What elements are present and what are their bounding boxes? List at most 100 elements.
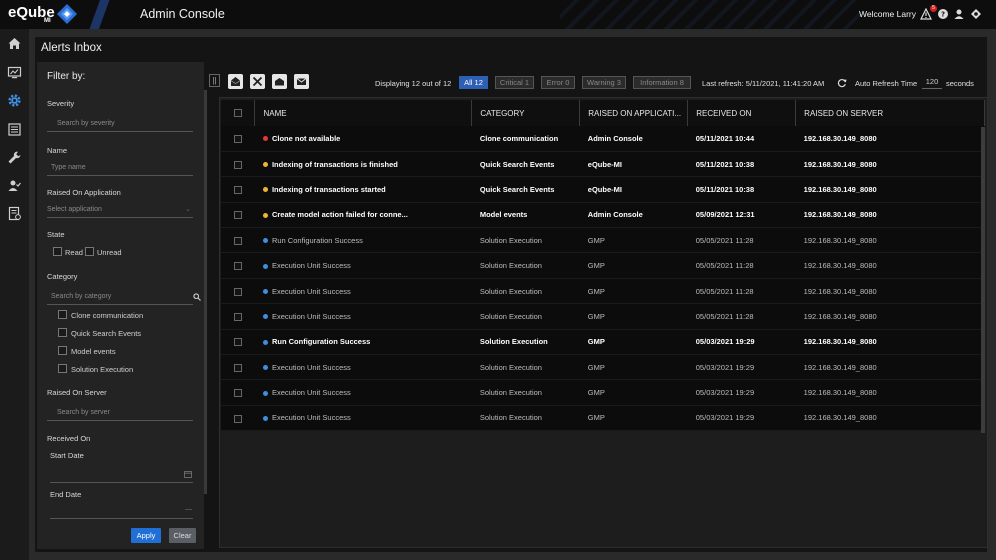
row-checkbox[interactable] <box>234 134 242 143</box>
column-header-category[interactable]: CATEGORY <box>471 100 581 126</box>
row-checkbox-cell[interactable] <box>221 379 255 406</box>
row-checkbox[interactable] <box>234 414 242 423</box>
row-checkbox-cell[interactable] <box>221 278 255 305</box>
cell-name[interactable]: Execution Unit Success <box>254 405 472 432</box>
row-checkbox-cell[interactable] <box>221 126 255 152</box>
row-checkbox-cell[interactable] <box>221 151 255 178</box>
cell-name[interactable]: Indexing of transactions started <box>254 176 472 203</box>
calendar-icon[interactable] <box>184 470 192 478</box>
clear-button[interactable]: Clear <box>169 528 196 543</box>
category-checkbox[interactable] <box>58 364 67 373</box>
cell-name[interactable]: Create model action failed for conne... <box>254 202 472 229</box>
state-unread-checkbox[interactable] <box>85 247 94 256</box>
cell-name[interactable]: Execution Unit Success <box>254 303 472 330</box>
open-envelope-icon[interactable] <box>272 74 287 89</box>
table-scrollbar[interactable] <box>981 127 985 433</box>
cell-name[interactable]: Execution Unit Success <box>254 354 472 381</box>
cell-name[interactable]: Run Configuration Success <box>254 329 472 356</box>
row-checkbox[interactable] <box>234 185 242 194</box>
column-header-name[interactable]: NAME <box>254 100 473 126</box>
row-checkbox[interactable] <box>234 287 242 296</box>
table-row[interactable]: Run Configuration Success Solution Execut… <box>221 329 985 356</box>
row-checkbox[interactable] <box>234 338 242 347</box>
welcome-text: Welcome Larry <box>859 9 916 19</box>
settings-icon[interactable] <box>970 8 982 20</box>
envelope-icon[interactable] <box>294 74 309 89</box>
chip-all[interactable]: All 12 <box>459 76 488 89</box>
severity-search-input[interactable]: Search by severity <box>47 118 193 132</box>
calendar-icon[interactable]: — <box>185 506 192 513</box>
home-icon[interactable] <box>7 36 22 51</box>
auto-refresh-input[interactable]: 120 <box>922 76 942 89</box>
monitor-icon[interactable] <box>7 65 22 80</box>
cell-name[interactable]: Run Configuration Success <box>254 227 472 254</box>
category-checkbox[interactable] <box>58 328 67 337</box>
row-checkbox[interactable] <box>234 389 242 398</box>
row-checkbox[interactable] <box>234 312 242 321</box>
filter-scrollbar[interactable] <box>204 90 207 494</box>
row-checkbox-cell[interactable] <box>221 354 255 381</box>
start-date-input[interactable] <box>50 467 193 483</box>
cell-name[interactable]: Indexing of transactions is finished <box>254 151 472 178</box>
search-icon[interactable] <box>193 293 201 301</box>
cell-name[interactable]: Execution Unit Success <box>254 379 472 406</box>
refresh-icon[interactable] <box>837 78 847 88</box>
user-icon[interactable] <box>953 8 965 20</box>
row-checkbox[interactable] <box>234 363 242 372</box>
wrench-icon[interactable] <box>7 150 22 165</box>
apply-button[interactable]: Apply <box>131 528 161 543</box>
column-header-server[interactable]: RAISED ON SERVER <box>795 100 985 126</box>
server-search-input[interactable]: Search by server <box>47 407 193 421</box>
row-checkbox[interactable] <box>234 262 242 271</box>
row-checkbox[interactable] <box>234 211 242 220</box>
table-row[interactable]: Execution Unit Success Solution Execution… <box>221 303 985 330</box>
application-select[interactable]: Select application ⌄ <box>47 204 193 218</box>
table-row[interactable]: Execution Unit Success Solution Execution… <box>221 379 985 406</box>
category-search-input[interactable]: Search by category <box>47 291 193 305</box>
cell-server: 192.168.30.149_8080 <box>795 303 985 330</box>
cell-name[interactable]: Clone not available <box>254 126 472 152</box>
table-row[interactable]: Execution Unit Success Solution Execution… <box>221 278 985 305</box>
row-checkbox-cell[interactable] <box>221 405 255 432</box>
table-row[interactable]: Clone not available Clone communication Ad… <box>221 126 985 152</box>
row-checkbox[interactable] <box>234 160 242 169</box>
collapse-filter-button[interactable]: || <box>209 74 220 87</box>
select-all-header[interactable] <box>221 100 256 126</box>
table-row[interactable]: Create model action failed for conne... M… <box>221 202 985 229</box>
table-row[interactable]: Execution Unit Success Solution Execution… <box>221 354 985 381</box>
state-read-checkbox[interactable] <box>53 247 62 256</box>
help-icon[interactable]: ? <box>937 8 949 20</box>
chip-critical[interactable]: Critical 1 <box>495 76 534 89</box>
user-check-icon[interactable] <box>7 178 22 193</box>
chip-error[interactable]: Error 0 <box>541 76 575 89</box>
list-icon[interactable] <box>7 122 22 137</box>
chip-warning[interactable]: Warning 3 <box>582 76 626 89</box>
row-checkbox-cell[interactable] <box>221 303 255 330</box>
category-checkbox[interactable] <box>58 346 67 355</box>
select-all-checkbox[interactable] <box>234 109 242 118</box>
row-checkbox-cell[interactable] <box>221 252 255 279</box>
delete-icon[interactable] <box>250 74 265 89</box>
page-title: Alerts Inbox <box>41 42 102 54</box>
mark-read-icon[interactable] <box>228 74 243 89</box>
gear-icon[interactable] <box>7 93 22 108</box>
name-input[interactable]: Type name <box>47 162 193 176</box>
cell-name[interactable]: Execution Unit Success <box>254 278 472 305</box>
row-checkbox-cell[interactable] <box>221 176 255 203</box>
chip-information[interactable]: Information 8 <box>633 76 691 89</box>
report-icon[interactable] <box>7 206 22 221</box>
table-row[interactable]: Indexing of transactions started Quick Se… <box>221 176 985 203</box>
category-checkbox[interactable] <box>58 310 67 319</box>
end-date-input[interactable] <box>50 507 193 519</box>
row-checkbox-cell[interactable] <box>221 329 255 356</box>
column-header-received-on[interactable]: RECEIVED ON <box>687 100 797 126</box>
row-checkbox-cell[interactable] <box>221 202 255 229</box>
row-checkbox[interactable] <box>234 236 242 245</box>
table-row[interactable]: Indexing of transactions is finished Quic… <box>221 151 985 178</box>
column-header-application[interactable]: RAISED ON APPLICATI... <box>579 100 689 126</box>
table-row[interactable]: Run Configuration Success Solution Execut… <box>221 227 985 254</box>
row-checkbox-cell[interactable] <box>221 227 255 254</box>
table-row[interactable]: Execution Unit Success Solution Execution… <box>221 252 985 279</box>
table-row[interactable]: Execution Unit Success Solution Execution… <box>221 405 985 432</box>
cell-name[interactable]: Execution Unit Success <box>254 252 472 279</box>
